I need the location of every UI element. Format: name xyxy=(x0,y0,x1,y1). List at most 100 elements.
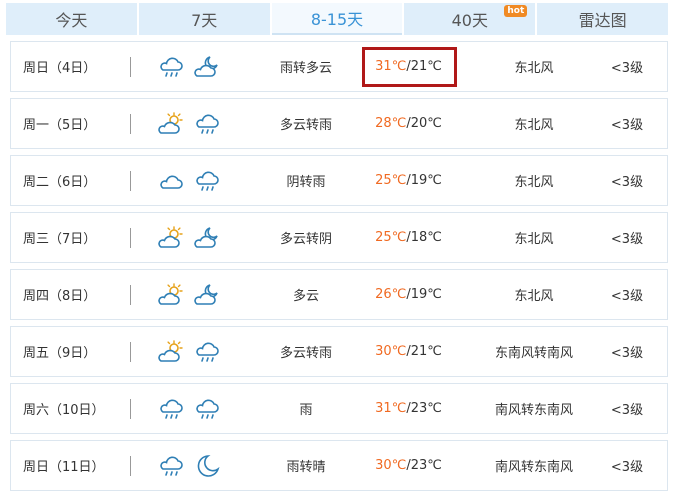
weather-desc: 雨转晴 xyxy=(286,460,326,475)
temperature: 30℃/21℃ xyxy=(361,327,456,376)
temperature: 25℃/18℃ xyxy=(361,213,456,262)
divider xyxy=(130,399,131,419)
day-label: 周二（6日） xyxy=(23,175,97,190)
temperature: 26℃/19℃ xyxy=(361,270,456,319)
hot-badge: hot xyxy=(504,5,528,17)
divider xyxy=(130,114,131,134)
low-temp: /19℃ xyxy=(406,287,442,302)
wind-direction: 东北风 xyxy=(514,175,554,190)
day-label: 周三（7日） xyxy=(23,232,97,247)
tab-2[interactable]: 8-15天 xyxy=(271,3,403,35)
forecast-row: 周五（9日） 多云转雨 30℃/21℃ 东南风转南风 <3级 xyxy=(10,326,668,377)
moon-cloud-icon xyxy=(194,226,218,248)
weather-desc: 雨转多云 xyxy=(279,61,332,76)
wind-level: <3级 xyxy=(610,175,644,190)
weather-desc: 多云 xyxy=(292,289,319,304)
low-temp: /18℃ xyxy=(406,230,442,245)
weather-icons xyxy=(157,270,227,319)
wind-level: <3级 xyxy=(610,460,644,475)
high-temp: 25℃ xyxy=(375,230,407,245)
weather-desc: 多云转阴 xyxy=(279,232,332,247)
low-temp: /20℃ xyxy=(406,116,442,131)
forecast-list: 周日（4日） 雨转多云 31℃/21℃ 东北风 <3级 周一（5日） 多云转雨 28℃/20℃… xyxy=(10,41,668,497)
weather-desc: 阴转雨 xyxy=(286,175,326,190)
tab-4[interactable]: 雷达图 xyxy=(537,3,668,35)
wind-direction: 南风转东南风 xyxy=(494,460,573,475)
divider xyxy=(130,228,131,248)
high-temp: 26℃ xyxy=(375,287,407,302)
cloud-rain-icon xyxy=(196,342,219,362)
weather-desc: 多云转雨 xyxy=(279,346,332,361)
weather-icons xyxy=(157,42,227,91)
weather-icons xyxy=(157,99,227,148)
forecast-tabs: 今天 7天 8-15天 40天 hot 雷达图 xyxy=(6,3,668,35)
wind-level: <3级 xyxy=(610,289,644,304)
weather-icons xyxy=(157,213,227,262)
forecast-row: 周日（4日） 雨转多云 31℃/21℃ 东北风 <3级 xyxy=(10,41,668,92)
low-temp: /21℃ xyxy=(406,344,442,359)
high-temp: 31℃ xyxy=(375,401,407,416)
wind-direction: 东北风 xyxy=(514,61,554,76)
forecast-row: 周三（7日） 多云转阴 25℃/18℃ 东北风 <3级 xyxy=(10,212,668,263)
day-label: 周六（10日） xyxy=(23,403,105,418)
temperature-highlight-box xyxy=(362,47,457,87)
wind-level: <3级 xyxy=(610,118,644,133)
cloud-icon xyxy=(160,175,183,189)
forecast-row: 周六（10日） 雨 31℃/23℃ 南风转东南风 <3级 xyxy=(10,383,668,434)
day-label: 周五（9日） xyxy=(23,346,97,361)
tab-label: 今天 xyxy=(55,11,88,30)
day-label: 周四（8日） xyxy=(23,289,97,304)
moon-cloud-icon xyxy=(194,55,218,77)
forecast-row: 周日（11日） 雨转晴 30℃/23℃ 南风转东南风 <3级 xyxy=(10,440,668,491)
forecast-row: 周一（5日） 多云转雨 28℃/20℃ 东北风 <3级 xyxy=(10,98,668,149)
weather-icons xyxy=(157,327,227,376)
low-temp: /23℃ xyxy=(406,458,442,473)
day-label: 周一（5日） xyxy=(23,118,97,133)
forecast-row: 周四（8日） 多云 26℃/19℃ 东北风 <3级 xyxy=(10,269,668,320)
moon-cloud-icon xyxy=(194,283,218,305)
tab-label: 7天 xyxy=(191,11,218,30)
weather-icons xyxy=(157,384,227,433)
day-label: 周日（4日） xyxy=(23,61,97,76)
sun-cloud-icon xyxy=(158,225,183,248)
high-temp: 28℃ xyxy=(375,116,407,131)
cloud-rain-icon xyxy=(196,399,219,419)
tab-1[interactable]: 7天 xyxy=(138,3,270,35)
tab-3[interactable]: 40天 hot xyxy=(404,3,536,35)
low-temp: /19℃ xyxy=(406,173,442,188)
tab-label: 8-15天 xyxy=(310,10,364,29)
temperature: 28℃/20℃ xyxy=(361,99,456,148)
cloud-rain-icon xyxy=(160,456,183,476)
wind-direction: 东北风 xyxy=(514,118,554,133)
sun-cloud-icon xyxy=(158,339,183,362)
cloud-rain-icon xyxy=(160,57,183,77)
wind-direction: 东北风 xyxy=(514,289,554,304)
tab-0[interactable]: 今天 xyxy=(6,3,137,35)
high-temp: 30℃ xyxy=(375,344,407,359)
weather-desc: 多云转雨 xyxy=(279,118,332,133)
high-temp: 25℃ xyxy=(375,173,407,188)
temperature: 25℃/19℃ xyxy=(361,156,456,205)
low-temp: /23℃ xyxy=(406,401,442,416)
high-temp: 30℃ xyxy=(375,458,407,473)
moon-icon xyxy=(197,454,220,477)
weather-icons xyxy=(157,156,227,205)
wind-direction: 东南风转南风 xyxy=(494,346,573,361)
weather-desc: 雨 xyxy=(299,403,313,418)
wind-direction: 南风转东南风 xyxy=(494,403,573,418)
tab-label: 雷达图 xyxy=(578,11,627,30)
temperature: 30℃/23℃ xyxy=(361,441,456,490)
sun-cloud-icon xyxy=(158,282,183,305)
wind-level: <3级 xyxy=(610,346,644,361)
cloud-rain-icon xyxy=(196,171,219,191)
wind-level: <3级 xyxy=(610,403,644,418)
divider xyxy=(130,171,131,191)
weather-icons xyxy=(157,441,227,490)
wind-level: <3级 xyxy=(610,61,644,76)
cloud-rain-icon xyxy=(160,399,183,419)
tab-label: 40天 xyxy=(451,11,488,30)
forecast-row: 周二（6日） 阴转雨 25℃/19℃ 东北风 <3级 xyxy=(10,155,668,206)
divider xyxy=(130,285,131,305)
sun-cloud-icon xyxy=(158,111,183,134)
wind-direction: 东北风 xyxy=(514,232,554,247)
